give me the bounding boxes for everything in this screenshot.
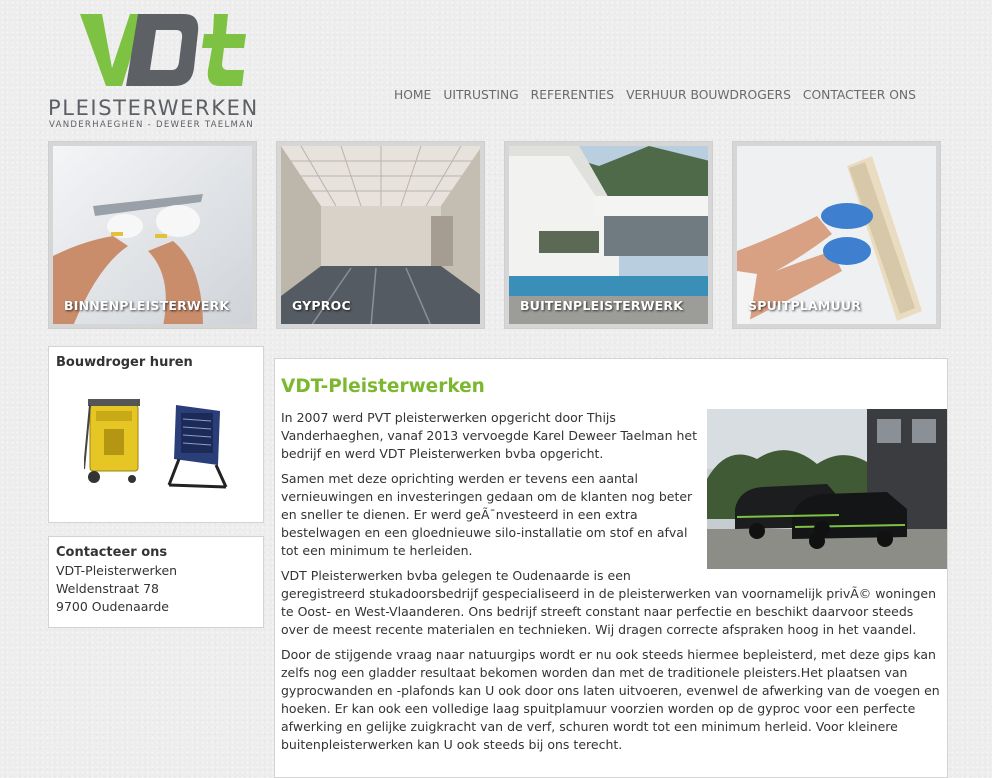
intro-paragraph-3: VDT Pleisterwerken bvba gelegen te Ouden… [281, 568, 936, 637]
nav-uitrusting[interactable]: UITRUSTING [443, 88, 518, 102]
intro-paragraph-4: Door de stijgende vraag naar natuurgips … [281, 647, 940, 752]
dryer-box-title: Bouwdroger huren [56, 355, 193, 370]
main-navigation: HOME UITRUSTING REFERENTIES VERHUUR BOUW… [394, 88, 916, 102]
page-title: VDT-Pleisterwerken [281, 376, 485, 397]
company-vans-photo [707, 409, 947, 569]
tile-spuitplamuur[interactable]: SPUITPLAMUUR [732, 141, 941, 329]
tile-label: BUITENPLEISTERWERK [520, 298, 684, 313]
contact-box-title: Contacteer ons [56, 545, 168, 560]
main-content: VDT-Pleisterwerken In 2007 werd PVT plei… [274, 358, 948, 778]
site-logo[interactable]: PLEISTERWERKEN VANDERHAEGHEN - DEWEER TA… [48, 12, 288, 130]
vdt-logo-mark [80, 14, 246, 86]
tile-binnenpleisterwerk[interactable]: BINNENPLEISTERWERK [48, 141, 257, 329]
tile-buitenpleisterwerk[interactable]: BUITENPLEISTERWERK [504, 141, 713, 329]
logo-title: PLEISTERWERKEN [48, 96, 259, 120]
contact-street: Weldenstraat 78 [56, 581, 159, 596]
nav-referenties[interactable]: REFERENTIES [531, 88, 614, 102]
nav-home[interactable]: HOME [394, 88, 431, 102]
contact-city: 9700 Oudenaarde [56, 599, 169, 614]
contact-company: VDT-Pleisterwerken [56, 563, 178, 578]
tile-label: BINNENPLEISTERWERK [64, 298, 230, 313]
nav-contacteer-ons[interactable]: CONTACTEER ONS [803, 88, 916, 102]
tile-gyproc[interactable]: GYPROC [276, 141, 485, 329]
construction-dryers-photo [83, 399, 234, 493]
logo-subtitle: VANDERHAEGHEN - DEWEER TAELMAN [49, 120, 254, 130]
tile-label: SPUITPLAMUUR [748, 298, 862, 313]
dryer-rental-box[interactable]: Bouwdroger huren [48, 346, 264, 523]
tile-label: GYPROC [292, 298, 351, 313]
nav-verhuur-bouwdrogers[interactable]: VERHUUR BOUWDROGERS [626, 88, 791, 102]
contact-box: Contacteer ons VDT-Pleisterwerken Welden… [48, 536, 264, 628]
